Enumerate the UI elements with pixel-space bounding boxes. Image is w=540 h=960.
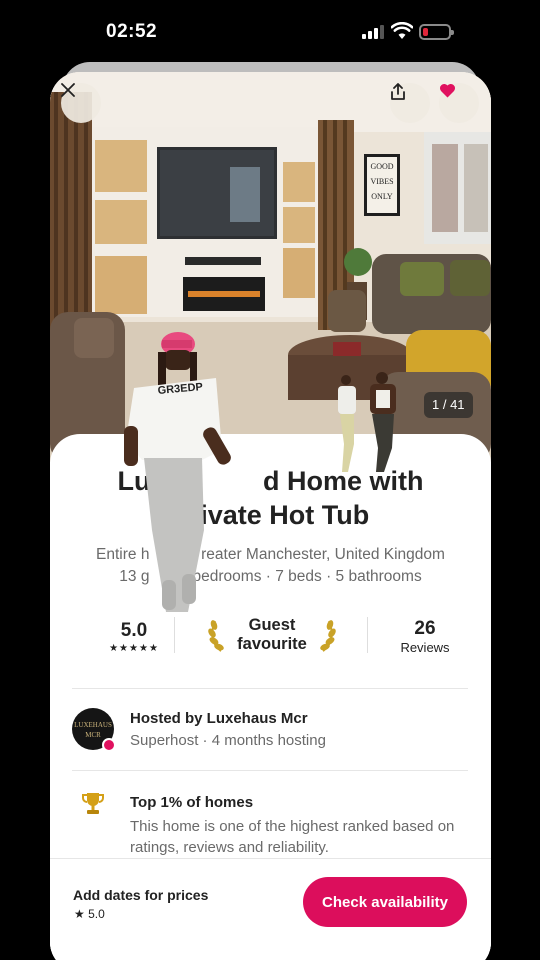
stat-divider [174,617,175,653]
rating-stars-icon: ★★★★★ [109,643,159,654]
rating-value: 5.0 [120,620,148,641]
stat-divider [367,617,368,653]
close-icon [61,83,75,97]
status-time: 02:52 [106,21,158,42]
svg-text:ONLY: ONLY [371,192,393,201]
dancers-figure [338,372,396,472]
superhost-badge-icon [102,738,116,752]
booking-footer: Add dates for prices ★ 5.0 Check availab… [50,858,491,960]
share-icon [391,83,405,100]
guest-favourite-label: Guest favourite [237,616,307,653]
listing-photo[interactable]: GOOD VIBES ONLY 1 / 41 [50,72,491,462]
laurel-icon [320,620,336,652]
host-row[interactable]: LUXEHAUS MCR Hosted by Luxehaus Mcr Supe… [72,706,468,756]
laurel-icon [208,620,224,652]
listing-details: Luxe d Home with Private Hot Tub Entire … [50,434,491,960]
photo-counter: 1 / 41 [424,392,473,418]
reviews-stat[interactable]: 26 Reviews [374,614,476,655]
wifi-icon [391,22,413,39]
host-meta: Superhost · 4 months hosting [130,732,326,749]
footer-rating: ★ 5.0 [74,907,105,921]
guest-favourite-badge: Guest favourite [202,614,342,664]
listing-sheet: GOOD VIBES ONLY 1 / 41 Luxe d Home with … [50,72,491,960]
favourite-button[interactable] [439,83,479,123]
price-prompt[interactable]: Add dates for prices [73,887,208,903]
person-figure: GR3EDP [124,332,231,612]
divider [72,688,468,689]
highlight-description: This home is one of the highest ranked b… [130,818,455,856]
status-bar: 02:52 [0,0,540,62]
battery-icon [419,24,454,40]
stats-row: 5.0 ★★★★★ Guest favourite 26 Reviews [72,614,468,684]
svg-text:VIBES: VIBES [370,177,393,186]
highlight-title: Top 1% of homes [130,794,254,811]
trophy-icon [82,793,104,814]
signal-icon [362,25,386,39]
svg-text:GOOD: GOOD [370,162,393,171]
host-name: Hosted by Luxehaus Mcr [130,710,308,727]
divider [72,770,468,771]
reviews-count: 26 [414,618,436,639]
heart-icon [439,83,456,98]
check-availability-button[interactable]: Check availability [303,877,467,927]
share-button[interactable] [390,83,430,123]
highlight-row: Top 1% of homes This home is one of the … [72,790,468,860]
close-button[interactable] [61,83,101,123]
reviews-label: Reviews [400,640,450,655]
rating-stat: 5.0 ★★★★★ [72,614,196,684]
